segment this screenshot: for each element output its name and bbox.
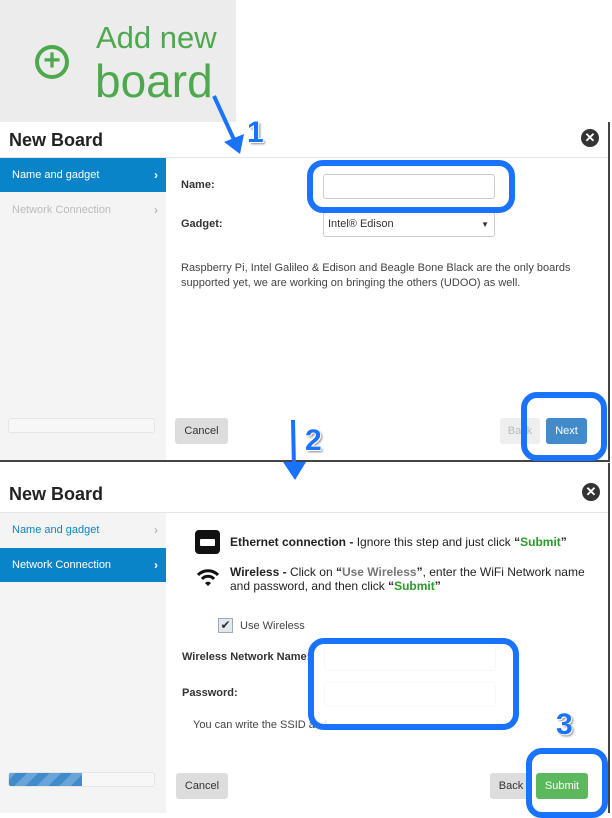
progress-fill bbox=[9, 773, 82, 786]
step-number-3: 3 bbox=[556, 708, 573, 741]
chevron-right-icon: › bbox=[154, 203, 158, 217]
dialog-title: New Board bbox=[9, 484, 104, 504]
board-label: board bbox=[95, 55, 213, 107]
ethernet-icon bbox=[195, 530, 220, 554]
cancel-button[interactable]: Cancel bbox=[176, 773, 228, 799]
sidebar-item-name-and-gadget[interactable]: Name and gadget › bbox=[0, 158, 166, 192]
sidebar-item-label: Network Connection bbox=[12, 559, 112, 571]
wireless-instructions: Wireless - Click on “Use Wireless”, ente… bbox=[230, 565, 585, 593]
close-icon[interactable]: ✕ bbox=[582, 483, 600, 501]
new-board-dialog-step2: New Board ✕ Name and gadget › Network Con… bbox=[0, 463, 610, 813]
highlight-submit-button bbox=[526, 748, 608, 818]
gadget-select[interactable]: Intel® Edison ▼ bbox=[323, 212, 495, 237]
use-wireless-checkbox[interactable]: ✔ bbox=[218, 618, 233, 633]
progress-bar bbox=[8, 772, 155, 787]
use-wireless-label: Use Wireless bbox=[240, 620, 305, 632]
sidebar: Name and gadget › Network Connection › bbox=[0, 158, 166, 460]
plus-circle-icon: + bbox=[35, 45, 69, 79]
ssid-label: Wireless Network Name: bbox=[182, 651, 311, 663]
highlight-wireless-fields bbox=[308, 638, 519, 730]
close-icon[interactable]: ✕ bbox=[581, 129, 599, 147]
sidebar: Name and gadget › Network Connection › bbox=[0, 513, 166, 813]
sidebar-item-network-connection[interactable]: Network Connection › bbox=[0, 193, 166, 227]
cancel-button[interactable]: Cancel bbox=[175, 418, 228, 444]
wifi-icon bbox=[196, 567, 220, 593]
step-number-2: 2 bbox=[305, 424, 322, 457]
supported-boards-info: Raspberry Pi, Intel Galileo & Edison and… bbox=[181, 262, 571, 289]
chevron-right-icon: › bbox=[154, 168, 158, 182]
password-label: Password: bbox=[182, 687, 238, 699]
progress-bar bbox=[8, 418, 155, 433]
chevron-right-icon: › bbox=[154, 523, 158, 537]
sidebar-item-network-connection[interactable]: Network Connection › bbox=[0, 548, 166, 582]
new-board-dialog-step1: New Board ✕ Name and gadget › Network Con… bbox=[0, 122, 610, 462]
gadget-label: Gadget: bbox=[181, 218, 223, 230]
sidebar-item-name-and-gadget[interactable]: Name and gadget › bbox=[0, 513, 166, 547]
sidebar-item-label: Name and gadget bbox=[12, 169, 100, 181]
ssid-note: You can write the SSID and bbox=[193, 719, 328, 731]
dialog-title: New Board bbox=[9, 130, 104, 150]
gadget-selected-value: Intel® Edison bbox=[328, 218, 394, 230]
step-number-1: 1 bbox=[247, 116, 264, 149]
sidebar-item-label: Name and gadget bbox=[12, 524, 100, 536]
chevron-right-icon: › bbox=[154, 558, 158, 572]
dropdown-arrow-icon: ▼ bbox=[481, 220, 489, 229]
highlight-next-button bbox=[521, 392, 607, 461]
sidebar-item-label: Network Connection bbox=[12, 204, 112, 216]
add-new-label: Add new bbox=[96, 20, 217, 55]
highlight-name-field bbox=[307, 160, 515, 213]
ethernet-instructions: Ethernet connection - Ignore this step a… bbox=[230, 535, 567, 549]
name-label: Name: bbox=[181, 179, 215, 191]
